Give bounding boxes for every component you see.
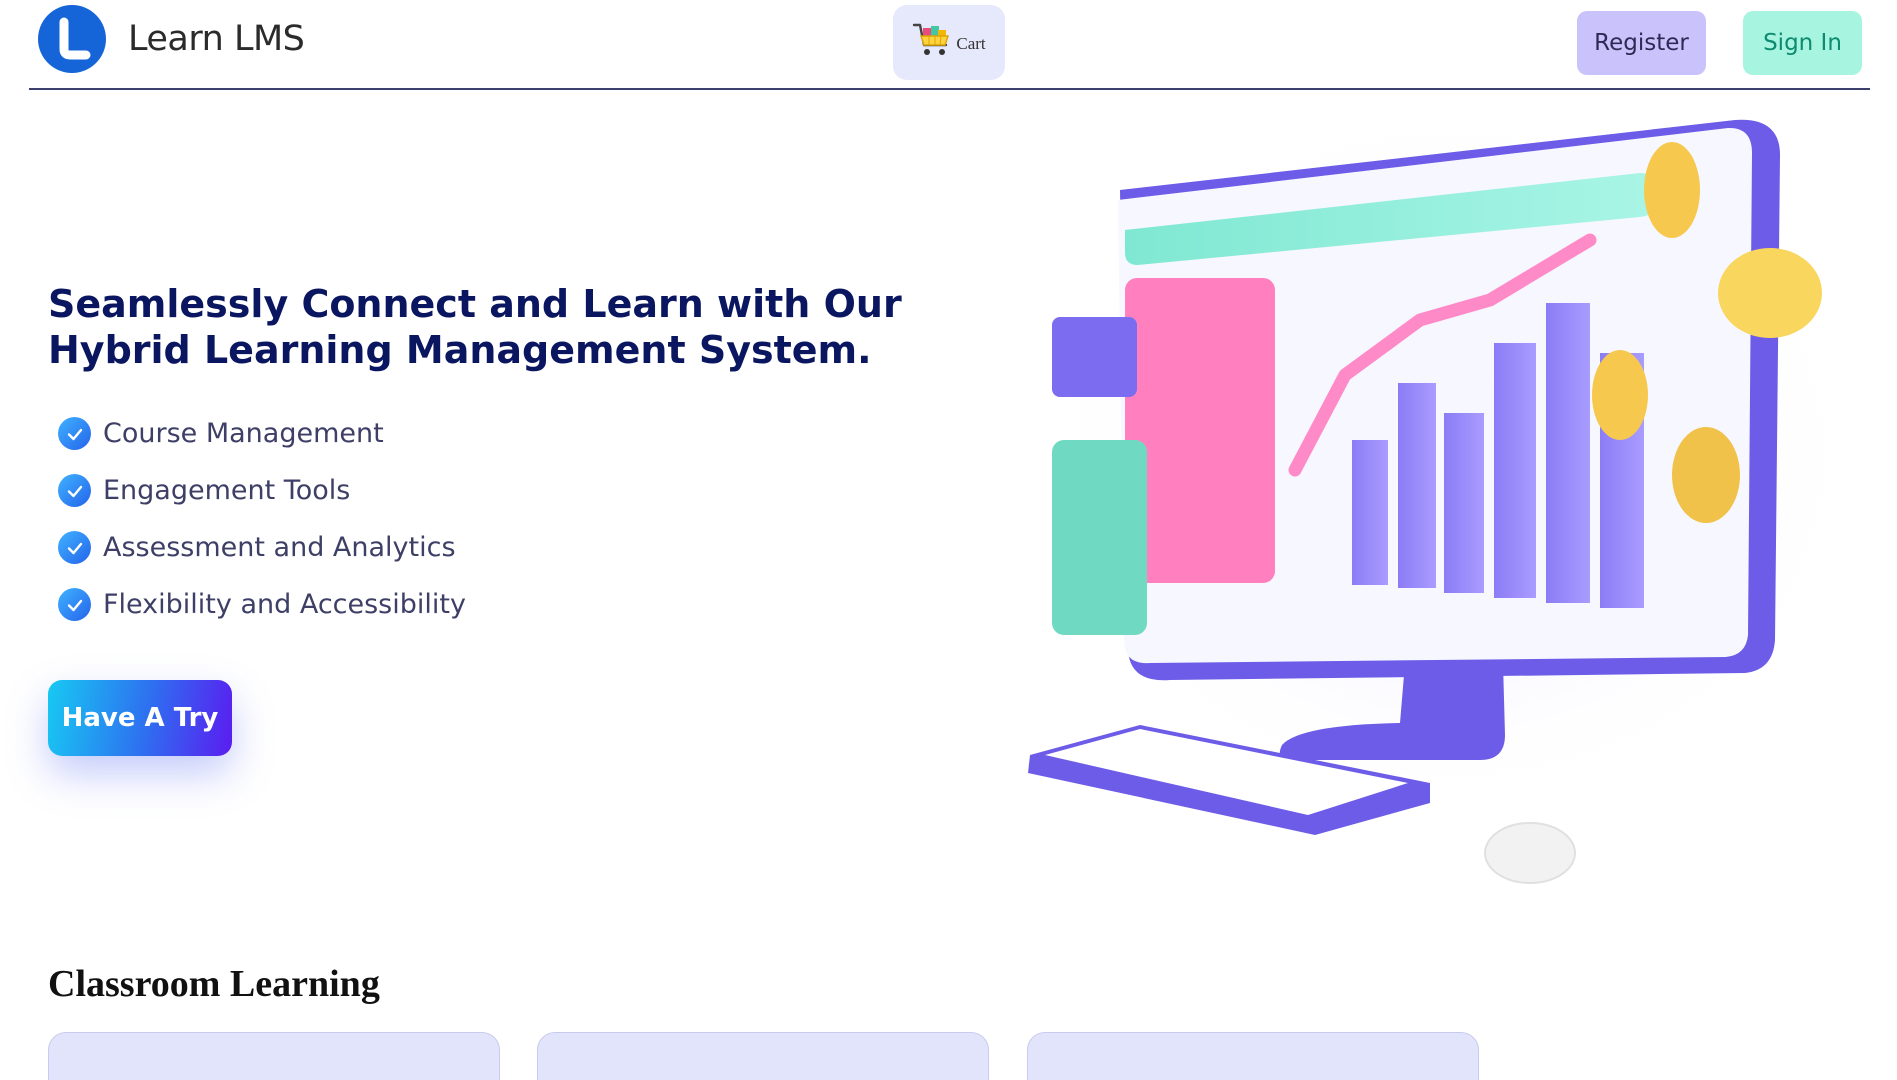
feature-label: Engagement Tools (103, 475, 351, 506)
course-card[interactable] (537, 1032, 989, 1080)
course-card[interactable] (1027, 1032, 1479, 1080)
check-circle-icon (58, 531, 91, 564)
feature-item: Flexibility and Accessibility (58, 576, 466, 633)
feature-list: Course Management Engagement Tools Asses… (58, 405, 466, 633)
feature-label: Course Management (103, 418, 384, 449)
check-circle-icon (58, 417, 91, 450)
course-card[interactable] (48, 1032, 500, 1080)
shopping-cart-icon (912, 21, 952, 64)
feature-label: Flexibility and Accessibility (103, 589, 466, 620)
feature-item: Course Management (58, 405, 466, 462)
check-circle-icon (58, 474, 91, 507)
check-circle-icon (58, 588, 91, 621)
learn-lms-logo-icon (38, 5, 106, 73)
have-a-try-button[interactable]: Have A Try (48, 680, 232, 756)
sign-in-button[interactable]: Sign In (1743, 11, 1862, 75)
site-header: Learn LMS Cart Register Sign In (29, 0, 1870, 90)
hero-illustration (1000, 95, 1880, 905)
hero-title: Seamlessly Connect and Learn with Our Hy… (48, 282, 902, 372)
brand[interactable]: Learn LMS (38, 5, 305, 73)
cart-button[interactable]: Cart (893, 5, 1005, 80)
feature-item: Engagement Tools (58, 462, 466, 519)
cart-label: Cart (956, 33, 986, 53)
feature-label: Assessment and Analytics (103, 532, 456, 563)
feature-item: Assessment and Analytics (58, 519, 466, 576)
register-button[interactable]: Register (1577, 11, 1706, 75)
section-title-classroom: Classroom Learning (48, 963, 380, 1005)
brand-name: Learn LMS (128, 19, 305, 59)
